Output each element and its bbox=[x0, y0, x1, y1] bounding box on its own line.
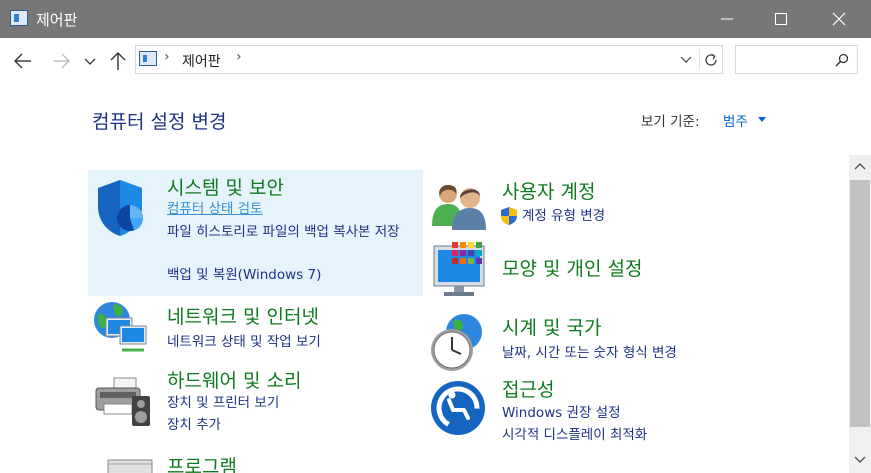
category-title[interactable]: 하드웨어 및 소리 bbox=[167, 366, 301, 393]
category-title[interactable]: 접근성 bbox=[502, 375, 554, 402]
recent-locations-button[interactable] bbox=[83, 50, 105, 72]
forward-button[interactable] bbox=[50, 50, 72, 72]
link-add-device[interactable]: 장치 추가 bbox=[167, 414, 221, 436]
back-button[interactable] bbox=[12, 50, 34, 72]
minimize-button[interactable] bbox=[700, 0, 754, 38]
arrow-left-icon bbox=[14, 53, 31, 69]
control-panel-icon bbox=[10, 10, 28, 26]
programs-icon bbox=[107, 459, 153, 473]
link-view-devices-printers[interactable]: 장치 및 프린터 보기 bbox=[167, 392, 279, 414]
close-icon bbox=[832, 12, 846, 26]
close-button[interactable] bbox=[812, 0, 866, 38]
category-user-accounts[interactable]: 사용자 계정 계정 유형 변경 bbox=[428, 172, 838, 232]
search-box[interactable] bbox=[735, 45, 858, 74]
link-file-history-backup[interactable]: 파일 히스토리로 파일의 백업 복사본 저장 bbox=[167, 221, 417, 243]
link-change-date-time-format[interactable]: 날짜, 시간 또는 숫자 형식 변경 bbox=[502, 342, 677, 364]
link-optimize-visual-display[interactable]: 시각적 디스플레이 최적화 bbox=[502, 424, 647, 446]
maximize-button[interactable] bbox=[754, 0, 808, 38]
link-change-account-type[interactable]: 계정 유형 변경 bbox=[522, 205, 605, 227]
chevron-down-icon[interactable] bbox=[680, 53, 692, 65]
link-review-computer-status[interactable]: 컴퓨터 상태 검토 bbox=[167, 198, 263, 220]
window-title: 제어판 bbox=[36, 11, 78, 29]
up-button[interactable] bbox=[108, 50, 130, 72]
category-title[interactable]: 시스템 및 보안 bbox=[167, 173, 284, 200]
ease-of-access-icon bbox=[431, 381, 485, 435]
category-clock-region[interactable]: 시계 및 국가 날짜, 시간 또는 숫자 형식 변경 bbox=[428, 310, 838, 372]
appearance-icon bbox=[433, 242, 485, 296]
link-backup-restore[interactable]: 백업 및 복원(Windows 7) bbox=[167, 264, 321, 286]
category-hardware-sound[interactable]: 하드웨어 및 소리 장치 및 프린터 보기 장치 추가 bbox=[88, 366, 423, 441]
navigation-bar: › 제어판 › bbox=[0, 38, 871, 82]
search-icon[interactable] bbox=[834, 52, 850, 68]
chevron-down-icon bbox=[84, 58, 96, 65]
category-title[interactable]: 프로그램 bbox=[167, 452, 237, 473]
breadcrumb-separator-icon[interactable]: › bbox=[164, 49, 170, 65]
link-network-status-tasks[interactable]: 네트워크 상태 및 작업 보기 bbox=[167, 331, 321, 353]
dropdown-arrow-icon[interactable] bbox=[758, 117, 766, 123]
arrow-up-icon bbox=[110, 52, 126, 70]
uac-shield-icon bbox=[501, 207, 517, 225]
vertical-scrollbar[interactable] bbox=[849, 155, 871, 473]
clock-globe-icon bbox=[431, 314, 482, 371]
category-title[interactable]: 사용자 계정 bbox=[502, 177, 595, 204]
breadcrumb-control-panel[interactable]: 제어판 bbox=[182, 51, 221, 71]
scrollbar-thumb[interactable] bbox=[850, 180, 870, 427]
category-title[interactable]: 모양 및 개인 설정 bbox=[502, 254, 642, 281]
category-programs[interactable]: 프로그램 bbox=[88, 448, 423, 473]
arrow-right-icon bbox=[53, 53, 70, 69]
address-bar[interactable]: › 제어판 › bbox=[135, 45, 723, 74]
title-bar[interactable]: 제어판 bbox=[0, 0, 871, 38]
users-icon bbox=[432, 185, 486, 230]
divider bbox=[699, 49, 700, 70]
category-network-internet[interactable]: 네트워크 및 인터넷 네트워크 상태 및 작업 보기 bbox=[88, 298, 423, 358]
view-by-label: 보기 기준: bbox=[641, 114, 700, 130]
search-input[interactable] bbox=[740, 50, 830, 70]
control-panel-icon bbox=[139, 51, 157, 66]
link-windows-recommended-settings[interactable]: Windows 권장 설정 bbox=[502, 402, 621, 424]
minimize-icon bbox=[721, 18, 733, 20]
printer-speaker-icon bbox=[95, 377, 150, 426]
scroll-down-icon[interactable] bbox=[854, 455, 866, 465]
control-panel-window: 제어판 › 제어판 › 컴퓨터 설정 변경 보기 기준: 범주 시스템 및 보안… bbox=[0, 0, 871, 473]
category-system-security[interactable]: 시스템 및 보안 컴퓨터 상태 검토 파일 히스토리로 파일의 백업 복사본 저… bbox=[88, 170, 423, 296]
category-appearance-personalization[interactable]: 모양 및 개인 설정 bbox=[428, 240, 838, 304]
view-by-dropdown[interactable]: 범주 bbox=[723, 110, 748, 130]
network-globe-icon bbox=[94, 302, 147, 352]
refresh-icon[interactable] bbox=[702, 51, 720, 69]
scroll-up-icon[interactable] bbox=[854, 161, 866, 171]
category-title[interactable]: 시계 및 국가 bbox=[502, 313, 601, 340]
breadcrumb-separator-icon[interactable]: › bbox=[236, 49, 242, 65]
category-title[interactable]: 네트워크 및 인터넷 bbox=[167, 302, 319, 329]
maximize-icon bbox=[775, 13, 787, 25]
shield-icon bbox=[98, 180, 144, 236]
category-ease-of-access[interactable]: 접근성 Windows 권장 설정 시각적 디스플레이 최적화 bbox=[428, 375, 838, 450]
page-title: 컴퓨터 설정 변경 bbox=[92, 111, 227, 133]
